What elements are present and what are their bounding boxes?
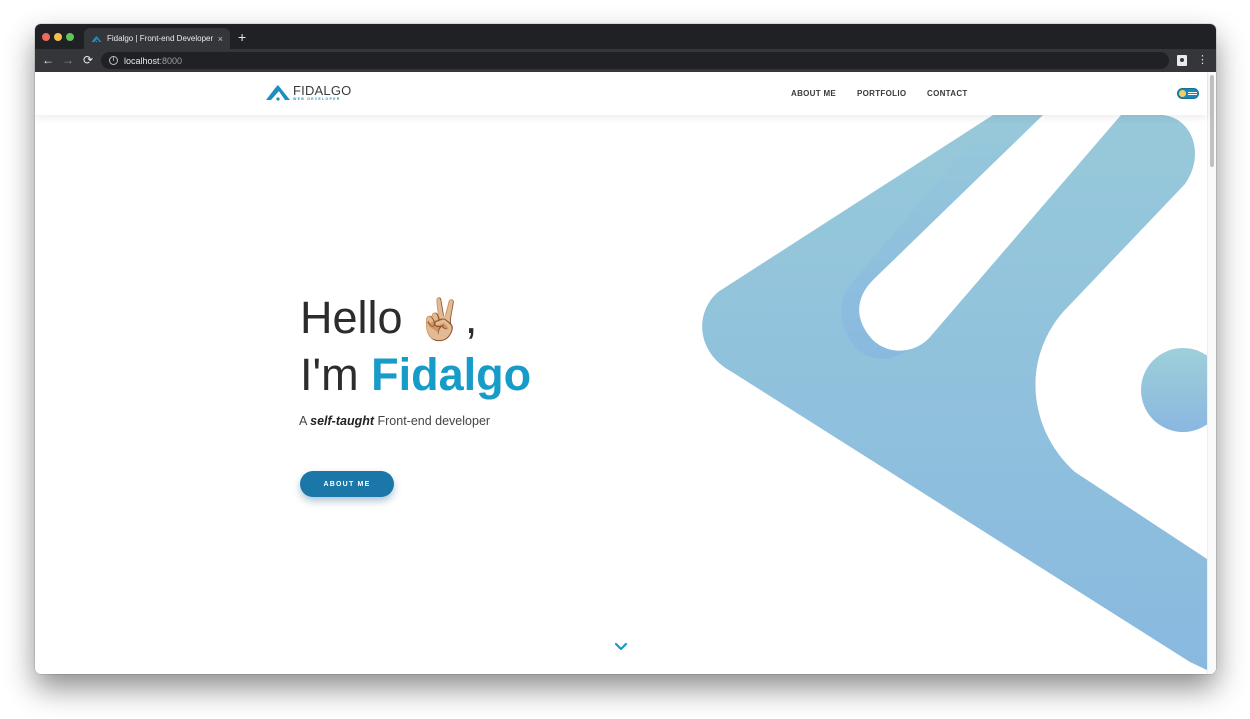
tab-title: Fidalgo | Front-end Developer xyxy=(107,34,214,43)
favicon-icon xyxy=(91,35,102,42)
reload-button[interactable]: ⟳ xyxy=(81,53,95,67)
toggle-knob xyxy=(1179,90,1186,97)
victory-hand-emoji: ✌🏼 xyxy=(415,297,465,343)
tagline-prefix: A xyxy=(299,414,311,428)
browser-tab[interactable]: Fidalgo | Front-end Developer × xyxy=(84,28,230,49)
logo-name: FIDALGO xyxy=(293,82,352,98)
hero-greeting: Hello ✌🏼, xyxy=(300,290,477,348)
tab-close-icon[interactable]: × xyxy=(218,34,223,44)
theme-toggle-icon[interactable] xyxy=(1177,88,1199,99)
page-viewport: FIDALGO WEB DEVELOPER ABOUT ME PORTFOLIO… xyxy=(35,72,1216,674)
hello-text: Hello xyxy=(300,292,416,343)
address-bar[interactable]: i localhost :8000 xyxy=(101,52,1169,69)
maximize-window-button[interactable] xyxy=(66,33,74,41)
chevron-mountain-icon xyxy=(266,85,290,101)
about-me-button[interactable]: ABOUT ME xyxy=(300,471,394,497)
toggle-lines xyxy=(1188,92,1197,95)
minimize-window-button[interactable] xyxy=(54,33,62,41)
tagline-suffix: Front-end developer xyxy=(374,414,491,428)
greeting-comma: , xyxy=(464,292,478,343)
browser-menu-icon[interactable]: ⋮ xyxy=(1197,54,1208,66)
new-tab-button[interactable]: + xyxy=(238,30,246,44)
page-scrollbar[interactable] xyxy=(1207,72,1216,674)
hero-decoration-cutouts xyxy=(859,115,1121,351)
forward-button[interactable]: → xyxy=(61,53,75,67)
contact-card-icon[interactable] xyxy=(1177,55,1187,66)
nav-contact[interactable]: CONTACT xyxy=(927,89,968,98)
site-header: FIDALGO WEB DEVELOPER ABOUT ME PORTFOLIO… xyxy=(35,72,1207,115)
chevron-down-icon[interactable] xyxy=(614,642,628,652)
info-icon[interactable]: i xyxy=(109,56,118,65)
nav-portfolio[interactable]: PORTFOLIO xyxy=(857,89,906,98)
intro-prefix: I'm xyxy=(300,349,372,400)
tagline-emphasis: self-taught xyxy=(310,414,375,428)
hero-intro: I'm Fidalgo xyxy=(300,347,531,403)
nav-about-me[interactable]: ABOUT ME xyxy=(791,89,836,98)
scrollbar-thumb[interactable] xyxy=(1210,75,1214,167)
url-host: localhost xyxy=(124,55,160,66)
logo-subtitle: WEB DEVELOPER xyxy=(293,96,341,101)
close-window-button[interactable] xyxy=(42,33,50,41)
url-port: :8000 xyxy=(159,55,183,66)
hero-tagline: A self-taught Front-end developer xyxy=(299,414,490,428)
back-button[interactable]: ← xyxy=(41,53,55,67)
browser-toolbar: ← → ⟳ i localhost :8000 ⋮ xyxy=(35,49,1216,72)
site-logo[interactable]: FIDALGO WEB DEVELOPER xyxy=(266,84,351,102)
hero-name: Fidalgo xyxy=(371,349,532,400)
browser-window: Fidalgo | Front-end Developer × + ← → ⟳ … xyxy=(35,24,1216,674)
title-bar: Fidalgo | Front-end Developer × + xyxy=(35,24,1216,49)
